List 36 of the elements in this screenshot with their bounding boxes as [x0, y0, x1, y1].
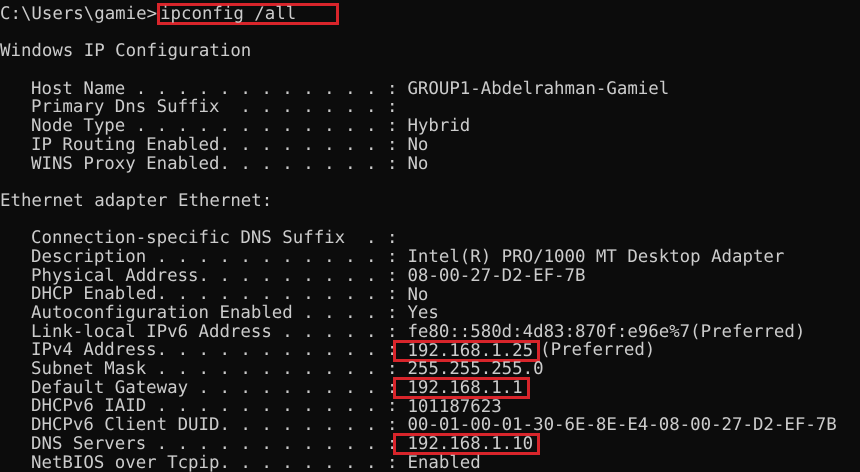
entry-value: 101187623	[406, 398, 502, 415]
entry-value: 08-00-27-D2-EF-7B	[406, 268, 586, 284]
entry-label: WINS Proxy Enabled. . . . . . . . :	[31, 154, 398, 174]
entry-label: DHCPv6 Client DUID. . . . . . . . :	[31, 416, 398, 435]
entry-label: DHCP Enabled. . . . . . . . . . . :	[31, 285, 398, 304]
entry-label: DHCPv6 IAID . . . . . . . . . . . :	[31, 397, 398, 416]
section-heading: Windows IP Configuration	[0, 42, 252, 62]
entry-value: GROUP1-Abdelrahman-Gamiel	[406, 81, 670, 98]
entry-value: Intel(R) PRO/1000 MT Desktop Adapter	[406, 249, 784, 266]
entry-label: Host Name . . . . . . . . . . . . :	[31, 80, 398, 98]
entry-label: Subnet Mask . . . . . . . . . . . :	[31, 360, 398, 379]
prompt-path: C:\Users\gamie>	[0, 5, 158, 24]
command-text: ipconfig /all	[157, 3, 340, 26]
entry-label: Physical Address. . . . . . . . . :	[31, 266, 398, 286]
entry-label: IP Routing Enabled. . . . . . . . :	[31, 136, 398, 155]
entry-label: Node Type . . . . . . . . . . . . :	[31, 117, 398, 136]
entry-label: Primary Dns Suffix . . . . . . . :	[31, 98, 398, 118]
entry-value: 00-01-00-01-30-6E-8E-E4-08-00-27-D2-EF-7B	[406, 417, 837, 434]
entry-label: Link-local IPv6 Address . . . . . :	[31, 322, 398, 342]
highlighted-value: 192.168.1.10	[393, 433, 540, 456]
entry-label: Autoconfiguration Enabled . . . . :	[31, 304, 398, 323]
entry-value: No	[406, 137, 428, 154]
entry-label: NetBIOS over Tcpip. . . . . . . . :	[31, 454, 398, 472]
entry-value: No	[406, 286, 428, 303]
section-heading: Ethernet adapter Ethernet:	[0, 192, 272, 211]
entry-value: Hybrid	[406, 118, 470, 134]
highlighted-value: 192.168.1.1	[393, 377, 530, 400]
entry-value: 255.255.255.0	[406, 361, 544, 378]
entry-value: Enabled	[406, 454, 481, 471]
entry-value: No	[406, 156, 428, 172]
entry-value: Yes	[406, 305, 439, 322]
entry-label: Description . . . . . . . . . . . :	[31, 248, 398, 267]
entry-value-suffix: (Preferred)	[540, 341, 656, 360]
highlighted-value: 192.168.1.25	[393, 340, 540, 362]
entry-label: Connection-specific DNS Suffix . :	[31, 229, 398, 248]
entry-value: fe80::580d:4d83:870f:e96e%7(Preferred)	[406, 324, 806, 340]
